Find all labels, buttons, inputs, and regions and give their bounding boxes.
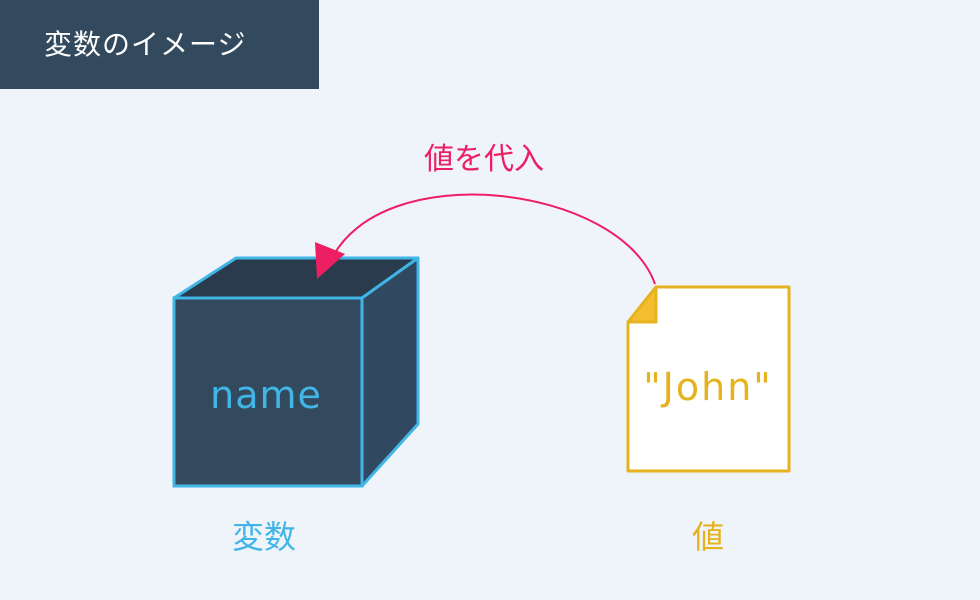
variable-diagram: name "John" xyxy=(172,193,791,488)
value-document: "John" xyxy=(626,285,791,473)
variable-box: name xyxy=(172,256,420,488)
value-label: "John" xyxy=(643,365,773,409)
box-side-face xyxy=(360,256,420,488)
value-caption: 値 xyxy=(692,518,725,556)
variable-caption: 変数 xyxy=(232,518,297,556)
variable-name-label: name xyxy=(210,373,322,417)
document-folded-corner xyxy=(626,285,658,324)
